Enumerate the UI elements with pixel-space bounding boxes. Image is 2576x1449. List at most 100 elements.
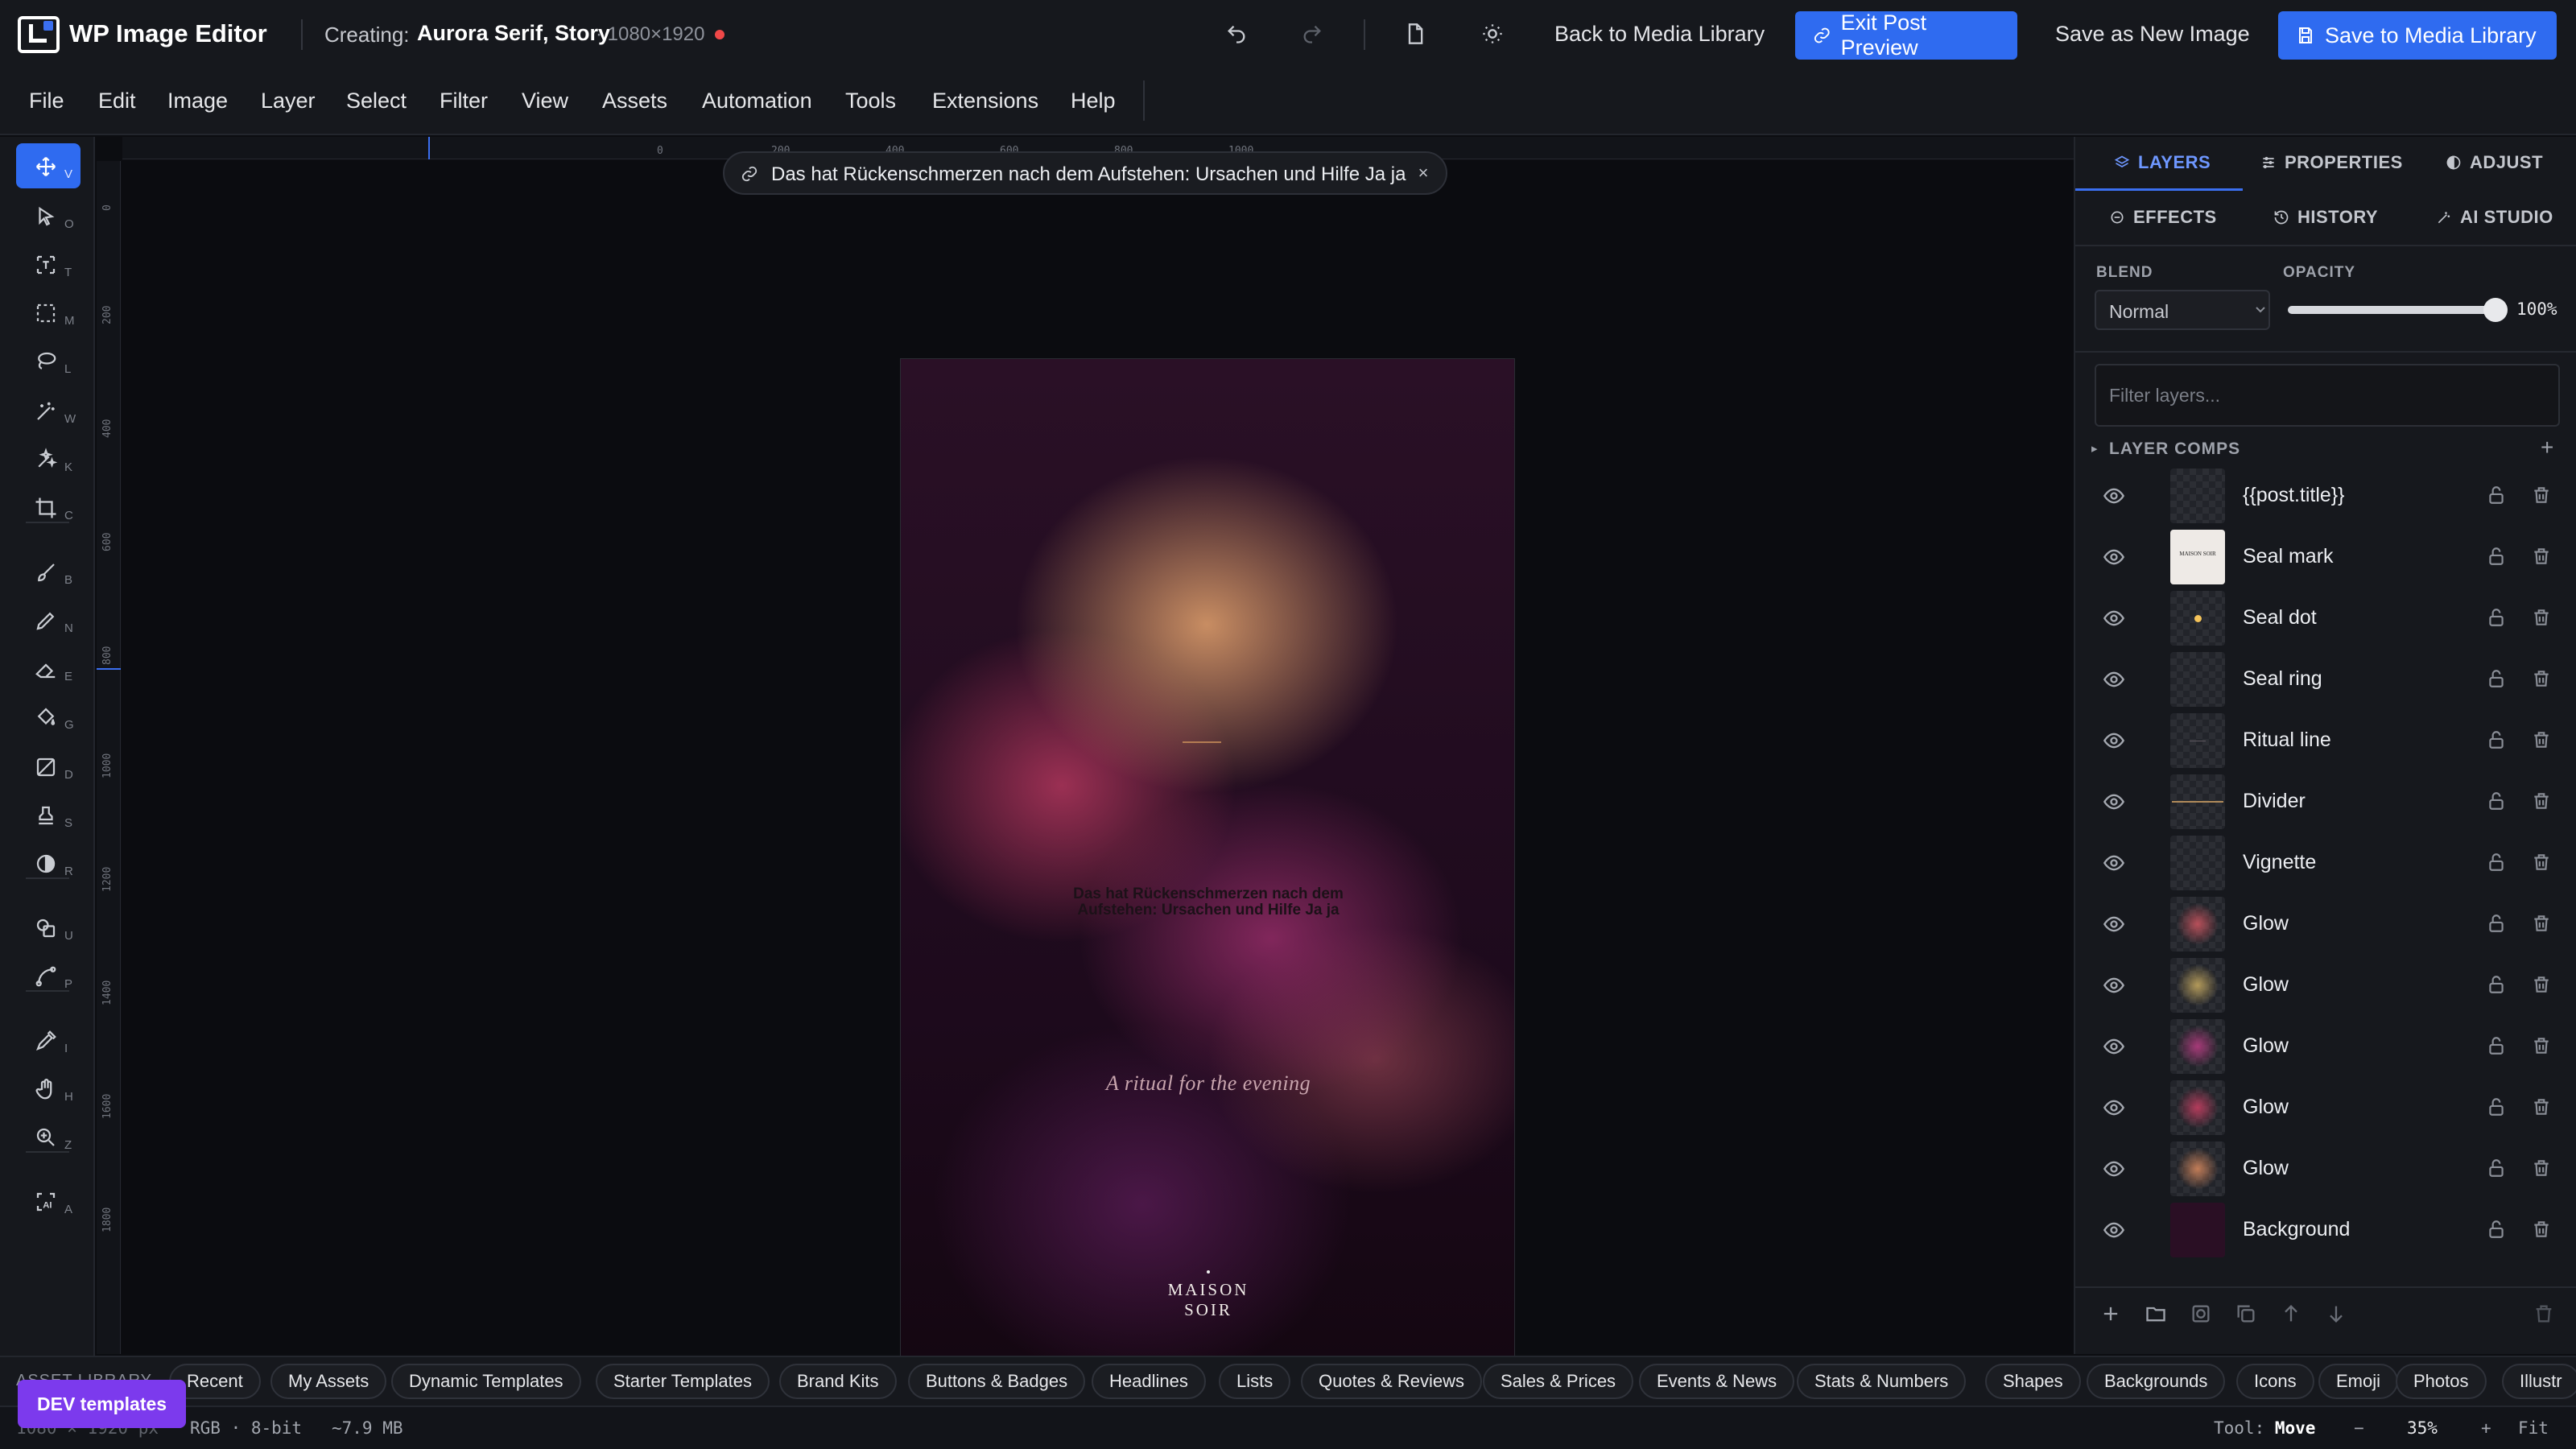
duplicate-layer-icon[interactable]: [2235, 1302, 2257, 1325]
tool-shapes[interactable]: U: [16, 905, 80, 950]
trash-icon[interactable]: [2531, 668, 2552, 689]
tool-move[interactable]: V: [16, 143, 80, 188]
layer-row[interactable]: Glow: [2075, 894, 2576, 955]
delete-layer-icon[interactable]: [2533, 1302, 2555, 1325]
eye-icon[interactable]: [2103, 729, 2125, 752]
eye-icon[interactable]: [2103, 913, 2125, 935]
arrow-up-icon[interactable]: [2280, 1302, 2302, 1325]
opacity-slider-handle[interactable]: [2483, 298, 2508, 322]
layer-row[interactable]: Background: [2075, 1199, 2576, 1261]
asset-category-chip[interactable]: Starter Templates: [596, 1364, 770, 1399]
trash-icon[interactable]: [2531, 913, 2552, 934]
layer-row[interactable]: Glow: [2075, 1016, 2576, 1077]
menu-select[interactable]: Select: [346, 89, 407, 114]
zoom-out-button[interactable]: −: [2354, 1418, 2364, 1438]
trash-icon[interactable]: [2531, 546, 2552, 567]
asset-category-chip[interactable]: Dynamic Templates: [391, 1364, 581, 1399]
menu-edit[interactable]: Edit: [98, 89, 136, 114]
unlock-icon[interactable]: [2486, 974, 2507, 995]
menu-help[interactable]: Help: [1071, 89, 1116, 114]
unlock-icon[interactable]: [2486, 1158, 2507, 1179]
canvas-workspace[interactable]: Das hat Rückenschmerzen nach dem Aufsteh…: [122, 161, 2074, 1449]
eye-icon[interactable]: [2103, 607, 2125, 630]
tool-gradient[interactable]: D: [16, 744, 80, 789]
menu-assets[interactable]: Assets: [602, 89, 667, 114]
document-settings-button[interactable]: [1399, 18, 1431, 50]
add-layer-comp-icon[interactable]: +: [2541, 435, 2553, 460]
asset-category-chip[interactable]: Lists: [1219, 1364, 1291, 1399]
tool-clone-stamp[interactable]: S: [16, 792, 80, 837]
asset-category-chip[interactable]: Emoji: [2318, 1364, 2399, 1399]
layer-row[interactable]: Glow: [2075, 1138, 2576, 1199]
unlock-icon[interactable]: [2486, 607, 2507, 628]
trash-icon[interactable]: [2531, 729, 2552, 750]
theme-toggle-button[interactable]: [1476, 18, 1509, 50]
asset-category-chip[interactable]: Buttons & Badges: [908, 1364, 1086, 1399]
tab-layers[interactable]: LAYERS: [2114, 137, 2211, 188]
tab-ai-studio[interactable]: AI STUDIO: [2436, 192, 2553, 243]
unlock-icon[interactable]: [2486, 546, 2507, 567]
redo-button[interactable]: [1296, 18, 1328, 50]
unlock-icon[interactable]: [2486, 852, 2507, 873]
eye-icon[interactable]: [2103, 1158, 2125, 1180]
asset-category-chip[interactable]: Illustr: [2502, 1364, 2576, 1399]
trash-icon[interactable]: [2531, 1219, 2552, 1240]
tool-direct-select[interactable]: O: [16, 193, 80, 238]
tool-magic-wand[interactable]: W: [16, 388, 80, 433]
eye-icon[interactable]: [2103, 1035, 2125, 1058]
arrow-down-icon[interactable]: [2325, 1302, 2347, 1325]
seal-mark-line[interactable]: SOIR: [1088, 1300, 1329, 1320]
menu-filter[interactable]: Filter: [440, 89, 488, 114]
zoom-level[interactable]: 35%: [2407, 1418, 2438, 1438]
unlock-icon[interactable]: [2486, 1096, 2507, 1117]
unlock-icon[interactable]: [2486, 1219, 2507, 1240]
blend-mode-select[interactable]: Normal: [2095, 290, 2270, 330]
ritual-line-text[interactable]: A ritual for the evening: [967, 1071, 1450, 1096]
menu-extensions[interactable]: Extensions: [932, 89, 1038, 114]
asset-category-chip[interactable]: Photos: [2396, 1364, 2487, 1399]
close-icon[interactable]: ×: [1414, 163, 1433, 183]
unlock-icon[interactable]: [2486, 729, 2507, 750]
seal-dot[interactable]: [1207, 1270, 1210, 1274]
trash-icon[interactable]: [2531, 852, 2552, 873]
tool-ai-select[interactable]: AI A: [16, 1179, 80, 1224]
save-as-new-image-link[interactable]: Save as New Image: [2055, 22, 2250, 47]
asset-category-chip[interactable]: Shapes: [1985, 1364, 2081, 1399]
new-group-icon[interactable]: [2145, 1302, 2167, 1325]
tool-brush[interactable]: B: [16, 549, 80, 594]
menu-automation[interactable]: Automation: [702, 89, 812, 114]
asset-category-chip[interactable]: Stats & Numbers: [1797, 1364, 1967, 1399]
asset-category-chip[interactable]: Events & News: [1639, 1364, 1795, 1399]
tool-type[interactable]: T: [16, 242, 80, 287]
exit-post-preview-button[interactable]: Exit Post Preview: [1795, 10, 2017, 60]
tool-hand[interactable]: H: [16, 1066, 80, 1111]
layer-row[interactable]: Divider: [2075, 771, 2576, 832]
trash-icon[interactable]: [2531, 485, 2552, 506]
unlock-icon[interactable]: [2486, 913, 2507, 934]
menu-file[interactable]: File: [29, 89, 64, 114]
menu-layer[interactable]: Layer: [261, 89, 316, 114]
trash-icon[interactable]: [2531, 607, 2552, 628]
tool-quick-select[interactable]: K: [16, 436, 80, 481]
tab-history[interactable]: HISTORY: [2273, 192, 2378, 243]
opacity-slider[interactable]: [2288, 306, 2496, 314]
eye-icon[interactable]: [2103, 546, 2125, 568]
eye-icon[interactable]: [2103, 1096, 2125, 1119]
tool-lasso[interactable]: L: [16, 338, 80, 383]
layer-row[interactable]: {{post.title}}: [2075, 465, 2576, 526]
dev-templates-button[interactable]: DEV templates: [18, 1380, 187, 1428]
tab-effects[interactable]: EFFECTS: [2109, 192, 2217, 243]
fit-to-screen-button[interactable]: Fit: [2518, 1418, 2549, 1438]
tool-eraser[interactable]: E: [16, 646, 80, 691]
layer-row[interactable]: Ritual line: [2075, 710, 2576, 771]
linked-post-chip[interactable]: Das hat Rückenschmerzen nach dem Aufsteh…: [723, 151, 1447, 195]
post-title-text[interactable]: Das hat Rückenschmerzen nach dem Aufsteh…: [1047, 886, 1369, 919]
eye-icon[interactable]: [2103, 485, 2125, 507]
layer-row[interactable]: Seal dot: [2075, 588, 2576, 649]
layer-row[interactable]: Glow: [2075, 955, 2576, 1016]
trash-icon[interactable]: [2531, 791, 2552, 811]
tool-marquee[interactable]: M: [16, 290, 80, 335]
trash-icon[interactable]: [2531, 974, 2552, 995]
eye-icon[interactable]: [2103, 1219, 2125, 1241]
asset-category-chip[interactable]: Headlines: [1092, 1364, 1206, 1399]
